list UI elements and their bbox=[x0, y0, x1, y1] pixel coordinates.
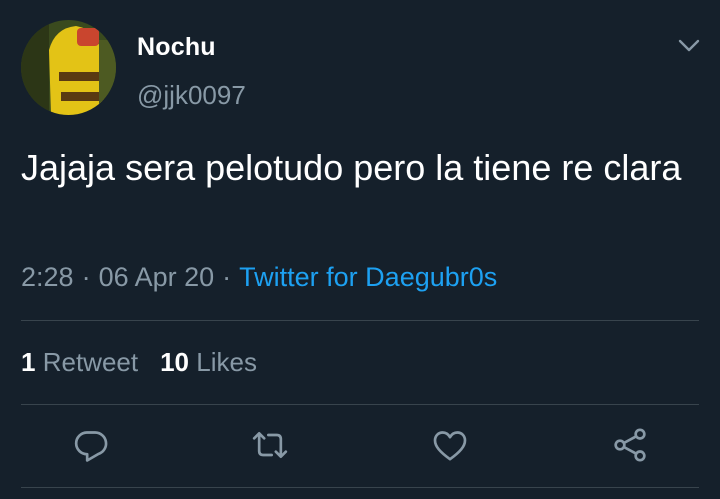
retweets-stat[interactable]: 1 Retweet bbox=[21, 347, 138, 377]
tweet-text: Jajaja sera pelotudo pero la tiene re cl… bbox=[21, 147, 682, 188]
reply-icon[interactable] bbox=[71, 425, 111, 465]
meta-separator: · bbox=[222, 262, 232, 292]
avatar[interactable] bbox=[21, 20, 116, 115]
tweet-source-link[interactable]: Twitter for Daegubr0s bbox=[239, 262, 497, 292]
display-name[interactable]: Nochu bbox=[137, 33, 216, 62]
retweets-label: Retweet bbox=[42, 347, 139, 377]
retweets-count: 1 bbox=[21, 347, 36, 377]
divider bbox=[21, 404, 699, 405]
share-icon[interactable] bbox=[610, 425, 650, 465]
tweet-meta: 2:28 · 06 Apr 20 · Twitter for Daegubr0s bbox=[21, 262, 497, 293]
tweet-date: 06 Apr 20 bbox=[98, 262, 215, 292]
tweet-time: 2:28 bbox=[21, 262, 74, 292]
likes-count: 10 bbox=[160, 347, 190, 377]
tweet-stats: 1 Retweet 10 Likes bbox=[21, 347, 257, 378]
likes-stat[interactable]: 10 Likes bbox=[160, 347, 257, 377]
meta-separator: · bbox=[81, 262, 91, 292]
tweet-detail: Nochu @jjk0097 Jajaja sera pelotudo pero… bbox=[0, 0, 720, 499]
user-handle[interactable]: @jjk0097 bbox=[137, 80, 246, 111]
divider bbox=[21, 320, 699, 321]
chevron-down-icon[interactable] bbox=[676, 36, 702, 56]
divider bbox=[21, 487, 699, 488]
retweet-icon[interactable] bbox=[250, 425, 290, 465]
like-icon[interactable] bbox=[430, 425, 470, 465]
likes-label: Likes bbox=[196, 347, 257, 377]
